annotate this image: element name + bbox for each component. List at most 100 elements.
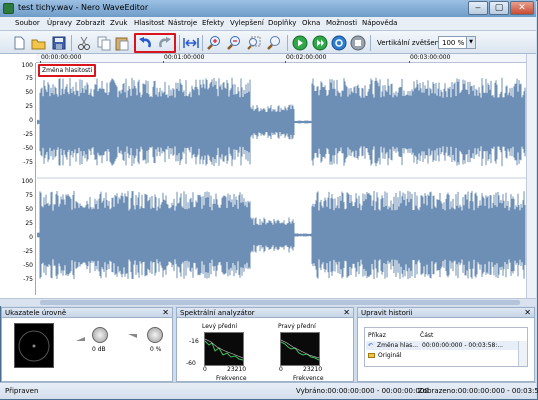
spectrum-left-plot [204, 332, 244, 366]
window-title: test tichy.wav - Nero WaveEditor [18, 3, 149, 12]
toolbar-separator [179, 35, 180, 51]
menu-nastroje[interactable]: Nástroje [168, 19, 197, 27]
gain-knob[interactable] [92, 327, 108, 343]
toolbar-separator [71, 35, 72, 51]
horizontal-scrollbar[interactable] [0, 298, 536, 306]
menu-doplnky[interactable]: Doplňky [268, 19, 296, 27]
waveform-canvas[interactable] [37, 63, 526, 295]
levels-panel-header: Ukazatele úrovně ✕ [2, 308, 172, 318]
close-button[interactable]: ✕ [510, 1, 534, 15]
menu-bar: Soubor Úpravy Zobrazit Zvuk Hlasitost Ná… [0, 17, 536, 31]
status-shown: Zobrazeno:00:00:00:000 - 00:03:58:196 [418, 387, 538, 395]
undo-icon: ↶ [368, 342, 374, 349]
maximize-button[interactable]: ▢ [489, 1, 509, 15]
history-col-command: Příkaz [368, 332, 386, 339]
y-label: 25 [25, 103, 33, 110]
new-icon[interactable] [11, 35, 27, 51]
vertical-zoom-value: 100 % [442, 39, 465, 47]
vertical-scrollbar[interactable] [526, 54, 536, 298]
menu-zvuk[interactable]: Zvuk [110, 19, 127, 27]
stop-icon[interactable] [350, 35, 366, 51]
spectrum-x-label: Frekvence [216, 375, 247, 382]
play-selection-icon[interactable] [312, 35, 328, 51]
zoom-selection-icon[interactable] [246, 35, 262, 51]
status-selected: Vybráno:00:00:00:000 - 00:00:00:000 [296, 387, 429, 395]
menu-zobrazit[interactable]: Zobrazit [76, 19, 105, 27]
y-label: -75 [23, 159, 33, 166]
loop-icon[interactable] [331, 35, 347, 51]
y-label: 0 [29, 117, 33, 124]
status-text: Připraven [5, 387, 39, 395]
menu-hlasitost[interactable]: Hlasitost [134, 19, 165, 27]
waveform-channel-left [37, 77, 526, 167]
spectrum-x-right: 23210 [227, 366, 247, 373]
timeline-label: 00:03:00:000 [410, 54, 451, 61]
close-icon[interactable]: ✕ [162, 308, 169, 317]
paste-icon[interactable] [114, 35, 130, 51]
region-label: Změna hlasitosti [38, 64, 97, 77]
zoom-out-icon[interactable] [226, 35, 242, 51]
history-scrollbar[interactable] [518, 341, 527, 366]
panel-title: Ukazatele úrovně [5, 309, 67, 317]
menu-efekty[interactable]: Efekty [202, 19, 224, 27]
y-label: -75 [23, 276, 33, 283]
vertical-zoom-select[interactable]: 100 % ▼ [438, 36, 476, 49]
menu-napoveda[interactable]: Nápověda [362, 19, 397, 27]
panel-title: Spektrální analyzátor [180, 309, 255, 317]
spectrum-y-top: -16 [189, 338, 199, 345]
y-label: -50 [23, 145, 33, 152]
menu-moznosti[interactable]: Možnosti [326, 19, 357, 27]
zoom-full-icon[interactable] [266, 35, 282, 51]
waveform-channel-right [37, 190, 526, 280]
cut-icon[interactable] [76, 35, 92, 51]
y-label: 75 [25, 192, 33, 199]
timeline-ruler[interactable]: 00:00:00:000 00:01:00:000 00:02:00:000 0… [36, 54, 526, 64]
status-bar: Připraven Vybráno:00:00:00:000 - 00:00:0… [0, 382, 538, 399]
y-label: 100 [21, 62, 33, 69]
menu-upravy[interactable]: Úpravy [47, 19, 72, 27]
balance-icon [128, 333, 138, 338]
spectrum-x-label-2: Frekvence [293, 375, 324, 382]
toolbar-separator [370, 35, 371, 51]
fit-icon[interactable] [183, 35, 199, 51]
chevron-down-icon[interactable]: ▼ [466, 37, 475, 48]
y-label: 25 [25, 220, 33, 227]
spectrum-x-right-2: 23210 [303, 366, 323, 373]
menu-okna[interactable]: Okna [302, 19, 320, 27]
copy-icon[interactable] [96, 35, 112, 51]
app-icon [3, 3, 14, 14]
y-label: 50 [25, 206, 33, 213]
undo-icon[interactable] [137, 35, 153, 51]
toolbar-separator [202, 35, 203, 51]
close-icon[interactable]: ✕ [343, 308, 350, 317]
timeline-label: 00:01:00:000 [164, 54, 205, 61]
spectrum-panel-header: Spektrální analyzátor ✕ [177, 308, 353, 318]
play-icon[interactable] [292, 35, 308, 51]
close-icon[interactable]: ✕ [524, 308, 531, 317]
level-meter [14, 323, 54, 368]
balance-knob[interactable] [147, 327, 163, 343]
scroll-thumb[interactable] [40, 300, 520, 305]
amplitude-axis: 100 75 50 25 0 -25 -50 -75 100 75 50 25 … [0, 63, 36, 295]
spectrum-y-bottom: -60 [186, 360, 196, 367]
volume-icon [76, 336, 86, 341]
history-row-command: Originál [378, 352, 402, 359]
title-bar: test tichy.wav - Nero WaveEditor ‒ ▢ ✕ [0, 0, 536, 17]
history-col-part: Část [420, 332, 434, 339]
save-icon[interactable] [51, 35, 67, 51]
zoom-in-icon[interactable] [206, 35, 222, 51]
redo-icon[interactable] [157, 35, 173, 51]
y-label: 100 [21, 178, 33, 185]
minimize-button[interactable]: ‒ [468, 1, 488, 15]
history-panel-header: Upravit historii ✕ [358, 308, 534, 318]
menu-soubor[interactable]: Soubor [15, 19, 40, 27]
spectrum-x-left: 0 [203, 366, 207, 373]
history-row-part: 00:00:00:000 - 00:03:58:... [422, 342, 504, 349]
y-label: 0 [29, 234, 33, 241]
y-label: 75 [25, 75, 33, 82]
menu-vylepseni[interactable]: Vylepšení [230, 19, 264, 27]
open-icon[interactable] [31, 35, 47, 51]
waveform-path [37, 77, 526, 167]
folder-icon [368, 353, 375, 358]
panel-title: Upravit historii [361, 309, 413, 317]
